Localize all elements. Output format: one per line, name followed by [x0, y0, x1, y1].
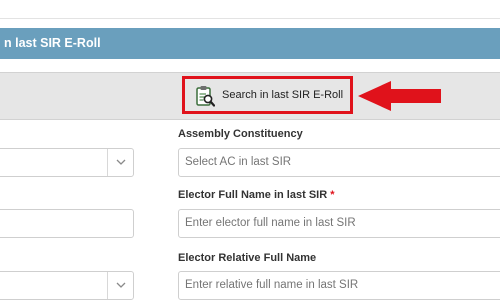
required-asterisk: * — [330, 189, 335, 201]
section-title: n last SIR E-Roll — [4, 36, 101, 50]
left-select-field[interactable] — [0, 148, 134, 177]
elector-full-name-label: Elector Full Name in last SIR * — [178, 189, 335, 201]
divider — [0, 18, 500, 19]
elector-relative-full-name-label: Elector Relative Full Name — [178, 252, 317, 264]
search-last-sir-button[interactable]: Search in last SIR E-Roll — [182, 76, 353, 114]
chevron-down-icon — [116, 282, 126, 288]
left-text-field[interactable] — [0, 209, 134, 238]
elector-full-name-input[interactable]: Enter elector full name in last SIR — [178, 209, 500, 238]
assembly-constituency-select[interactable]: Select AC in last SIR — [178, 148, 500, 177]
section-header: n last SIR E-Roll — [0, 28, 500, 59]
select-arrow[interactable] — [107, 272, 133, 299]
chevron-down-icon — [116, 159, 126, 165]
elector-relative-full-name-input[interactable]: Enter relative full name in last SIR — [178, 271, 500, 300]
red-arrow-left-icon — [358, 81, 441, 111]
search-button-label: Search in last SIR E-Roll — [222, 89, 344, 101]
left-select-field-2[interactable] — [0, 271, 134, 300]
assembly-constituency-label: Assembly Constituency — [178, 128, 303, 140]
top-strip — [0, 0, 500, 24]
elector-full-name-label-text: Elector Full Name in last SIR — [178, 189, 328, 201]
clipboard-search-icon — [196, 86, 215, 107]
select-arrow[interactable] — [107, 149, 133, 176]
